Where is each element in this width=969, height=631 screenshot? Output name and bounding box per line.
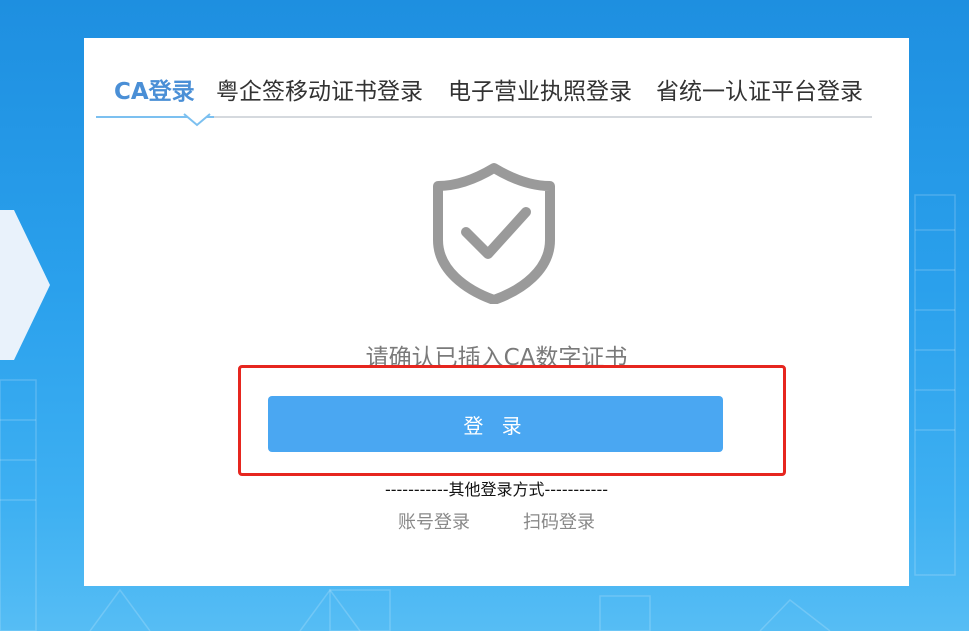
tab-provincial-unified-auth-login[interactable]: 省统一认证平台登录 (656, 72, 863, 106)
other-login-methods-title: -----------其他登录方式----------- (384, 480, 609, 499)
shield-check-icon (433, 163, 555, 304)
tab-ca-login[interactable]: CA登录 (114, 72, 195, 106)
login-panel: CA登录 粤企签移动证书登录 电子营业执照登录 省统一认证平台登录 请确认已插入… (84, 38, 909, 586)
other-login-links: 账号登录 扫码登录 (84, 508, 909, 534)
login-tabs: CA登录 粤企签移动证书登录 电子营业执照登录 省统一认证平台登录 (96, 68, 872, 127)
account-login-link[interactable]: 账号登录 (398, 508, 470, 534)
active-tab-caret-icon (183, 113, 211, 127)
tab-e-business-license-login[interactable]: 电子营业执照登录 (448, 72, 632, 106)
tab-yueqiqian-mobile-cert-login[interactable]: 粤企签移动证书登录 (216, 72, 423, 106)
scan-code-login-link[interactable]: 扫码登录 (523, 508, 595, 534)
login-button-highlight (238, 365, 786, 476)
